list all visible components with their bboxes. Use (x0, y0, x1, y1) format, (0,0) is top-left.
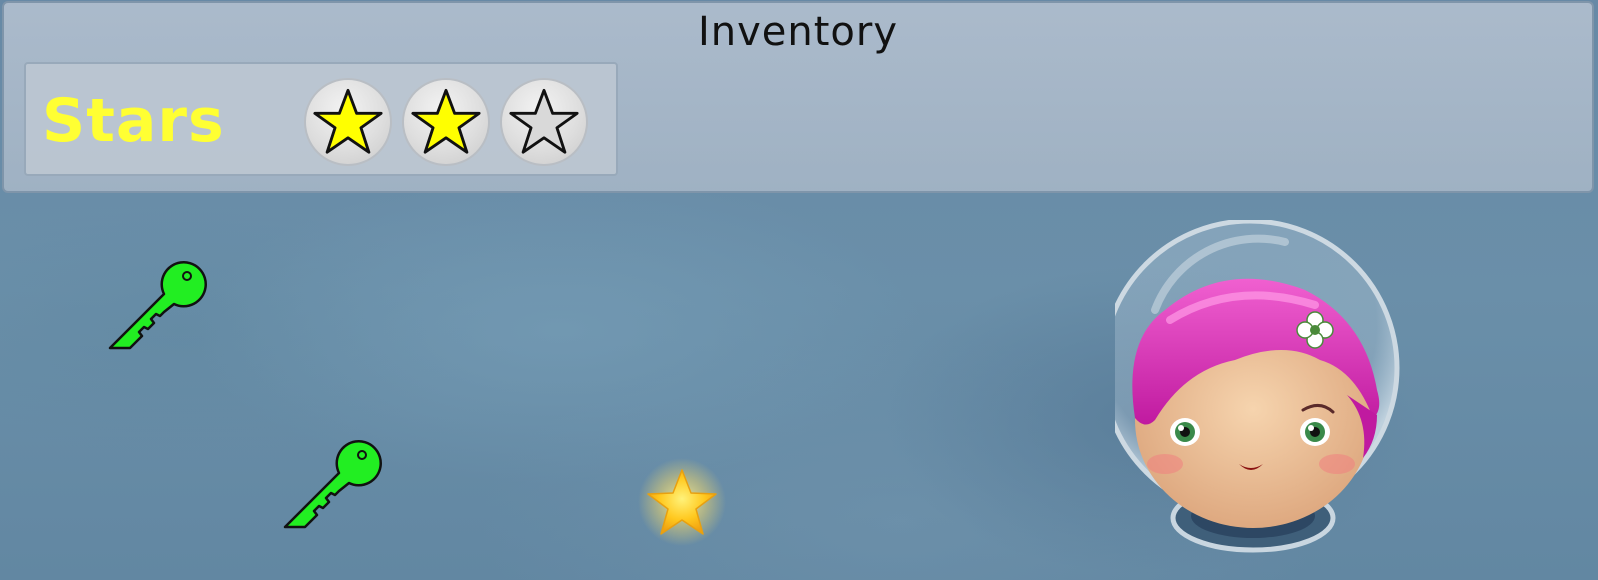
stars-inventory-box: Stars (24, 62, 618, 176)
star-slot-3 (500, 78, 588, 166)
star-outline-icon (509, 88, 579, 154)
stars-label: Stars (42, 86, 225, 156)
inventory-title: Inventory (697, 9, 899, 55)
key-icon[interactable] (279, 437, 383, 537)
star-slot-2 (402, 78, 490, 166)
star-slot-1 (304, 78, 392, 166)
game-scene: Inventory Stars (0, 0, 1598, 580)
star-filled-icon (411, 88, 481, 154)
star-filled-icon (313, 88, 383, 154)
key-icon[interactable] (104, 258, 208, 358)
astronaut-girl-icon[interactable] (1115, 220, 1435, 570)
glowing-star-icon[interactable] (638, 458, 726, 546)
inventory-panel: Inventory Stars (2, 1, 1594, 193)
